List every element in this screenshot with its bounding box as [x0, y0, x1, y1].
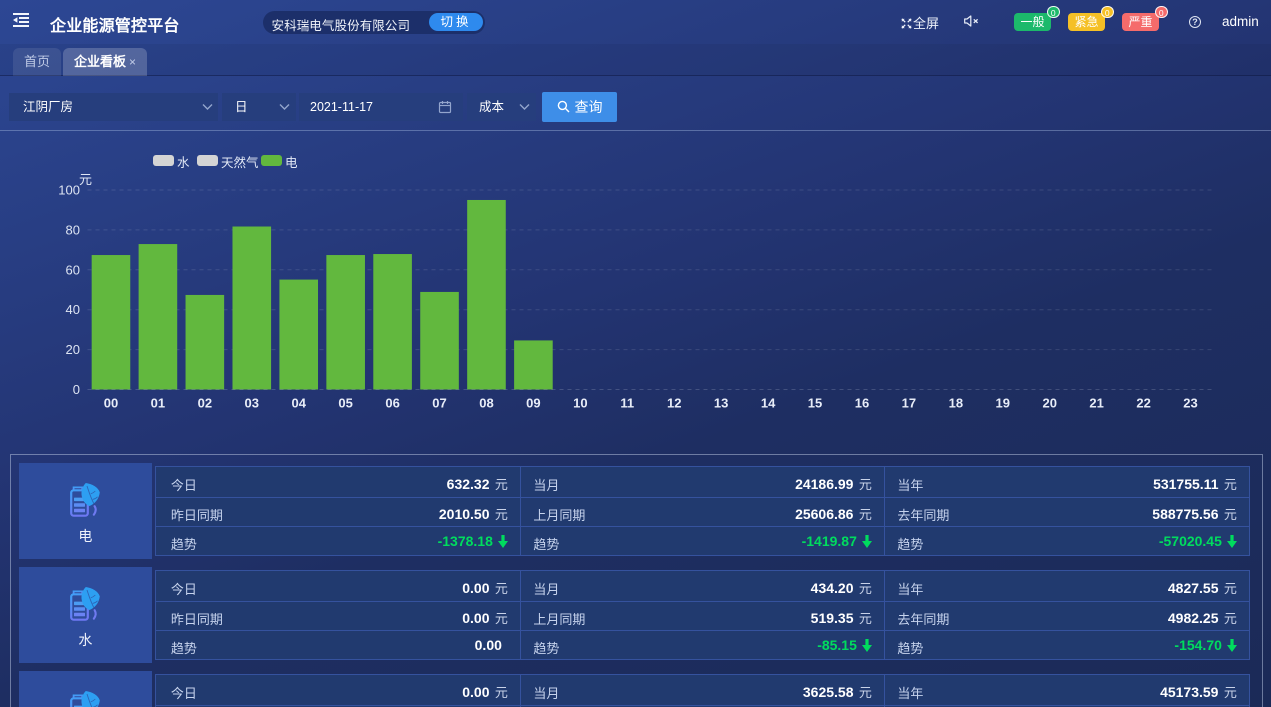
svg-text:09: 09 — [526, 396, 540, 411]
svg-text:06: 06 — [385, 396, 399, 411]
svg-text:60: 60 — [66, 262, 80, 277]
svg-text:14: 14 — [761, 396, 776, 411]
svg-text:16: 16 — [855, 396, 869, 411]
svg-text:02: 02 — [198, 396, 212, 411]
svg-text:0: 0 — [73, 382, 80, 397]
svg-text:01: 01 — [151, 396, 165, 411]
svg-text:17: 17 — [902, 396, 916, 411]
svg-text:03: 03 — [245, 396, 259, 411]
svg-text:21: 21 — [1089, 396, 1103, 411]
svg-text:11: 11 — [620, 396, 634, 411]
svg-text:07: 07 — [432, 396, 446, 411]
svg-text:05: 05 — [338, 396, 352, 411]
svg-text:18: 18 — [949, 396, 963, 411]
svg-text:20: 20 — [66, 342, 80, 357]
svg-text:00: 00 — [104, 396, 118, 411]
svg-text:08: 08 — [479, 396, 493, 411]
svg-text:04: 04 — [291, 396, 306, 411]
svg-text:19: 19 — [996, 396, 1010, 411]
svg-text:100: 100 — [58, 183, 80, 198]
svg-text:10: 10 — [573, 396, 587, 411]
svg-text:12: 12 — [667, 396, 681, 411]
svg-text:23: 23 — [1183, 396, 1197, 411]
svg-text:22: 22 — [1136, 396, 1150, 411]
svg-text:20: 20 — [1042, 396, 1056, 411]
svg-text:40: 40 — [66, 302, 80, 317]
svg-text:80: 80 — [66, 222, 80, 237]
svg-text:13: 13 — [714, 396, 728, 411]
svg-text:15: 15 — [808, 396, 822, 411]
